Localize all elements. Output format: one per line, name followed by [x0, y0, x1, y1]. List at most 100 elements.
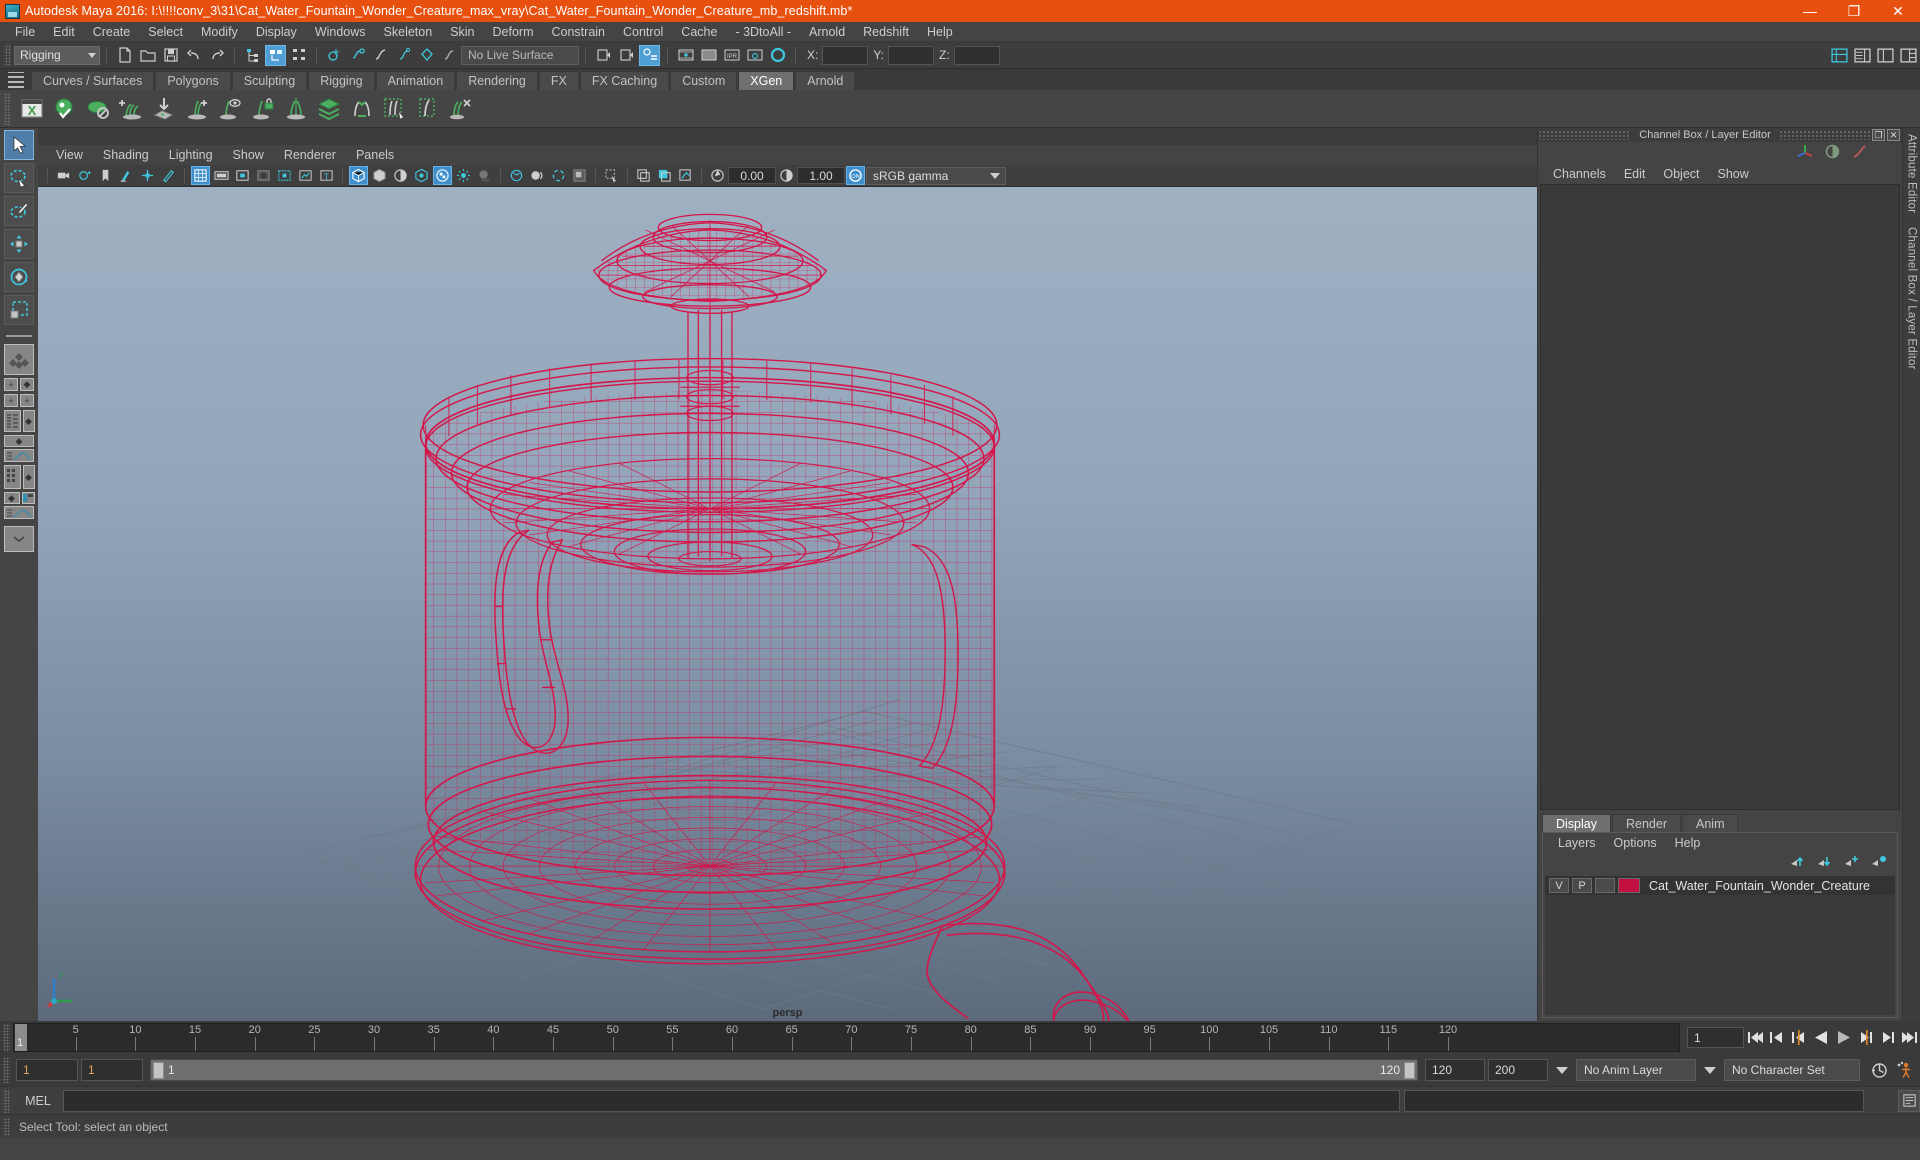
select-camera-icon[interactable]: [54, 166, 73, 185]
grease-pencil-icon[interactable]: [159, 166, 178, 185]
range-bar[interactable]: 1 120: [150, 1059, 1418, 1081]
shelf-tab-custom[interactable]: Custom: [670, 71, 738, 90]
layer-visibility-toggle[interactable]: V: [1549, 878, 1569, 893]
render-current-frame-button[interactable]: [744, 45, 765, 66]
close-button[interactable]: ✕: [1876, 0, 1920, 22]
grid-toggle-icon[interactable]: [191, 166, 210, 185]
layout-outliner-icon[interactable]: [3, 410, 21, 432]
show-hide-tool-settings-button[interactable]: [1875, 45, 1896, 66]
redo-button[interactable]: [206, 45, 227, 66]
textured-mode-icon[interactable]: [433, 166, 452, 185]
scale-tool-button[interactable]: [4, 295, 34, 325]
use-default-material-icon[interactable]: [412, 166, 431, 185]
xray-active-components-icon[interactable]: [676, 166, 695, 185]
gamma-field[interactable]: 1.00: [797, 167, 845, 184]
shaded-wireframe-icon[interactable]: [391, 166, 410, 185]
go-to-start-button[interactable]: [1745, 1026, 1765, 1049]
shelf-tab-rendering[interactable]: Rendering: [456, 71, 538, 90]
multisample-aa-icon[interactable]: [549, 166, 568, 185]
open-render-view-button[interactable]: [593, 45, 614, 66]
menu-help[interactable]: Help: [918, 22, 962, 42]
menu-skeleton[interactable]: Skeleton: [375, 22, 442, 42]
shelf-tab-arnold[interactable]: Arnold: [795, 71, 856, 90]
play-backwards-button[interactable]: [1811, 1026, 1831, 1049]
text-overlay-icon[interactable]: T: [317, 166, 336, 185]
lock-guide-icon[interactable]: [246, 92, 279, 125]
layout-hypershade-icon[interactable]: [3, 465, 21, 489]
clear-region-icon[interactable]: [411, 92, 444, 125]
gate-mask-icon[interactable]: [254, 166, 273, 185]
move-tool-button[interactable]: [4, 229, 34, 259]
axis-y-field[interactable]: [888, 45, 935, 65]
exposure-icon[interactable]: [708, 166, 727, 185]
use-all-lights-icon[interactable]: [454, 166, 473, 185]
camera-attributes-icon[interactable]: [75, 166, 94, 185]
menu-file[interactable]: File: [6, 22, 44, 42]
select-tool-button[interactable]: [4, 130, 34, 160]
tab-anim[interactable]: Anim: [1682, 814, 1739, 832]
gamma-icon[interactable]: [777, 166, 796, 185]
image-plane-icon[interactable]: [117, 166, 136, 185]
menu-deform[interactable]: Deform: [484, 22, 543, 42]
half-circle-icon[interactable]: [1824, 143, 1841, 163]
side-tab-attribute-editor[interactable]: Attribute Editor: [1906, 134, 1918, 213]
last-tool-button[interactable]: [4, 344, 34, 375]
shelf-tab-curves-surfaces[interactable]: Curves / Surfaces: [31, 71, 155, 90]
render-sequence-button[interactable]: [616, 45, 637, 66]
go-to-end-button[interactable]: [1899, 1026, 1919, 1049]
open-script-editor-icon[interactable]: [1898, 1089, 1920, 1112]
layout-persp-top-icon[interactable]: ◆: [4, 435, 34, 447]
menu-windows[interactable]: Windows: [306, 22, 375, 42]
step-forward-frame-button[interactable]: [1855, 1026, 1875, 1049]
ipr-render-button[interactable]: IPR: [721, 45, 742, 66]
help-line-grip[interactable]: [3, 1116, 10, 1137]
persp-viewport[interactable]: y x persp: [38, 187, 1537, 1021]
layout-persp-icon[interactable]: ◆: [22, 410, 35, 432]
range-end-handle[interactable]: [1404, 1062, 1415, 1079]
add-grooming-description-icon[interactable]: [114, 92, 147, 125]
range-start-handle[interactable]: [153, 1062, 164, 1079]
character-set-dropdown[interactable]: No Character Set: [1724, 1059, 1860, 1081]
live-surface-field[interactable]: No Live Surface: [461, 45, 579, 65]
select-by-object-button[interactable]: [265, 44, 286, 66]
layer-menu-layers[interactable]: Layers: [1549, 836, 1605, 850]
motion-blur-icon[interactable]: [528, 166, 547, 185]
axis-z-field[interactable]: [953, 45, 1000, 65]
layer-name-label[interactable]: Cat_Water_Fountain_Wonder_Creature: [1649, 879, 1870, 893]
viewport-menu-lighting[interactable]: Lighting: [159, 148, 223, 162]
viewport-menu-show[interactable]: Show: [223, 148, 274, 162]
xgen-preview-icon[interactable]: [48, 92, 81, 125]
viewport-menu-shading[interactable]: Shading: [93, 148, 159, 162]
menu-edit[interactable]: Edit: [44, 22, 84, 42]
create-empty-layer-icon[interactable]: [1844, 855, 1860, 871]
menu-create[interactable]: Create: [84, 22, 140, 42]
layer-row[interactable]: V P Cat_Water_Fountain_Wonder_Creature: [1545, 876, 1895, 895]
shelf-tab-animation[interactable]: Animation: [375, 71, 456, 90]
viewport-menu-renderer[interactable]: Renderer: [274, 148, 346, 162]
resolution-gate-icon[interactable]: [233, 166, 252, 185]
time-slider-track[interactable]: 1 5 10 15 20 25 30 35 40 45 50 55 60 65 70 75 80 85 90 95 1…: [13, 1023, 1680, 1052]
redshift-render-button[interactable]: [767, 45, 788, 66]
viewport-menu-view[interactable]: View: [46, 148, 93, 162]
time-slider-grip[interactable]: [3, 1023, 10, 1052]
guide-visibility-icon[interactable]: [213, 92, 246, 125]
shelf-menu-icon[interactable]: [8, 72, 24, 88]
playback-start-time-field[interactable]: 1: [81, 1059, 143, 1081]
animation-preferences-icon[interactable]: [1869, 1059, 1889, 1082]
smooth-shade-all-icon[interactable]: [370, 166, 389, 185]
xray-mode-icon[interactable]: [634, 166, 653, 185]
menu-constrain[interactable]: Constrain: [543, 22, 615, 42]
undo-button[interactable]: [183, 45, 204, 66]
statusline-grip[interactable]: [4, 44, 11, 66]
open-scene-button[interactable]: [137, 45, 158, 66]
menu-cache[interactable]: Cache: [672, 22, 726, 42]
move-layer-down-icon[interactable]: [1817, 855, 1833, 871]
color-management-toggle-icon[interactable]: ON: [846, 166, 865, 185]
snap-to-view-plane-button[interactable]: [416, 45, 437, 66]
render-view-window-button[interactable]: [698, 45, 719, 66]
menu-modify[interactable]: Modify: [192, 22, 247, 42]
rotate-tool-button[interactable]: [4, 262, 34, 292]
curve-tool-icon[interactable]: [1851, 143, 1868, 163]
make-live-button[interactable]: [439, 45, 460, 66]
import-collection-icon[interactable]: [147, 92, 180, 125]
